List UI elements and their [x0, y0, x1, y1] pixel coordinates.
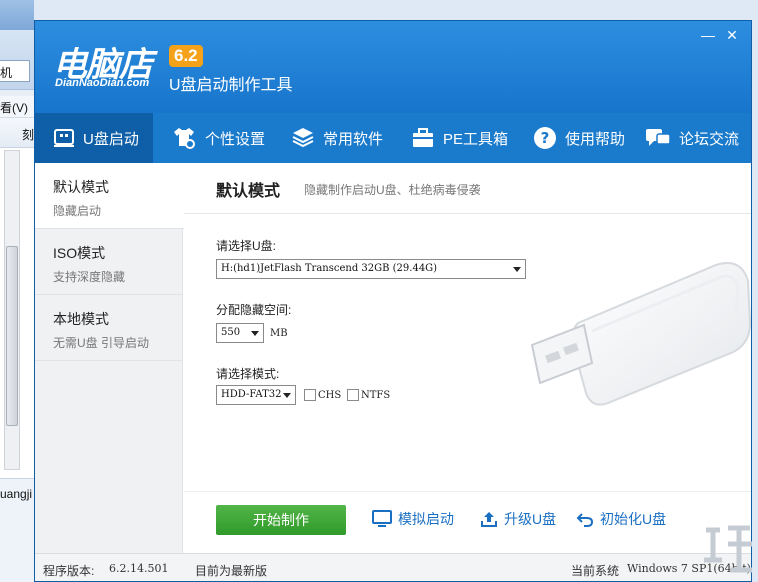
background-address-field[interactable]: 机	[0, 60, 30, 82]
app-window: 电脑店 6.2 DianNaoDian.com U盘启动制作工具 — ✕ U盘启…	[34, 20, 752, 582]
tab-software[interactable]: 常用软件	[291, 113, 383, 163]
mode-panel: 默认模式 隐藏制作启动U盘、杜绝病毒侵袭 请选择U盘: H:(hd1)JetFl…	[184, 163, 751, 553]
background-window: 机 看(V) 刻 uangji	[0, 0, 34, 582]
disk-select[interactable]: H:(hd1)JetFlash Transcend 32GB (29.44G)	[216, 259, 526, 279]
logo-domain: DianNaoDian.com	[55, 77, 150, 89]
usb-drive-illustration	[530, 262, 751, 406]
sidebar-item-title: ISO模式	[53, 245, 106, 261]
hidden-space-select[interactable]: 550	[216, 323, 264, 343]
watermark-logo	[704, 525, 752, 573]
dropdown-arrow-icon	[251, 331, 259, 336]
tab-usb-boot[interactable]: U盘启动	[35, 113, 153, 163]
version-label: 程序版本:	[43, 564, 95, 578]
chs-label: CHS	[318, 390, 342, 401]
sidebar-item-subtitle: 无需U盘 引导启动	[53, 336, 150, 350]
background-lower-text: uangji	[0, 487, 33, 501]
background-scrollbar[interactable]	[4, 150, 20, 470]
shirt-gear-icon	[174, 128, 195, 149]
divider	[184, 491, 751, 492]
sidebar-item-local-mode[interactable]: 本地模式 无需U盘 引导启动	[35, 295, 183, 361]
version-value: 6.2.14.501	[109, 562, 169, 575]
upgrade-usb-button[interactable]: 升级U盘	[480, 509, 556, 529]
sidebar-item-subtitle: 支持深度隐藏	[53, 270, 126, 284]
version-badge: 6.2	[169, 45, 203, 67]
app-subtitle: U盘启动制作工具	[169, 77, 293, 94]
titlebar: 电脑店 6.2 DianNaoDian.com U盘启动制作工具 — ✕	[35, 21, 751, 113]
chs-checkbox[interactable]	[304, 389, 316, 401]
sidebar-item-title: 本地模式	[53, 311, 109, 327]
hidden-space-value: 550	[221, 327, 241, 338]
toolbox-icon	[413, 128, 433, 147]
mode-sidebar: 默认模式 隐藏启动 ISO模式 支持深度隐藏 本地模式 无需U盘 引导启动	[35, 163, 184, 553]
start-button[interactable]: 开始制作	[216, 505, 346, 535]
sidebar-item-default-mode[interactable]: 默认模式 隐藏启动	[35, 163, 184, 229]
mode-select-value: HDD-FAT32	[221, 389, 282, 400]
close-button[interactable]: ✕	[721, 25, 743, 45]
undo-icon	[576, 513, 594, 527]
help-icon: ?	[534, 127, 556, 149]
tab-personalize[interactable]: 个性设置	[171, 113, 265, 163]
background-address-bar: 机	[0, 30, 34, 90]
simulate-boot-label: 模拟启动	[398, 511, 454, 527]
tab-label: PE工具箱	[443, 130, 509, 148]
background-toolbar: 刻	[0, 118, 34, 148]
minimize-button[interactable]: —	[697, 25, 719, 45]
hidden-space-label: 分配隐藏空间:	[216, 303, 292, 317]
sidebar-item-subtitle: 隐藏启动	[53, 204, 102, 218]
init-usb-label: 初始化U盘	[600, 511, 667, 527]
update-status: 目前为最新版	[195, 564, 268, 578]
layers-icon	[292, 128, 314, 148]
usb-drive-icon	[54, 129, 74, 147]
divider	[184, 213, 751, 214]
system-label: 当前系统	[571, 564, 620, 578]
simulate-boot-button[interactable]: 模拟启动	[372, 509, 454, 529]
content-area: 默认模式 隐藏启动 ISO模式 支持深度隐藏 本地模式 无需U盘 引导启动 默认…	[35, 163, 751, 553]
chat-icon	[646, 129, 671, 146]
init-usb-button[interactable]: 初始化U盘	[576, 509, 666, 529]
monitor-icon	[372, 510, 392, 527]
mode-select[interactable]: HDD-FAT32	[216, 385, 296, 405]
status-bar: 程序版本: 6.2.14.501 目前为最新版 当前系统 Windows 7 S…	[35, 553, 751, 581]
background-menubar: 看(V)	[0, 96, 34, 118]
upload-icon	[481, 512, 497, 527]
background-titlebar	[0, 0, 34, 30]
dropdown-arrow-icon	[513, 267, 521, 272]
select-disk-label: 请选择U盘:	[216, 239, 277, 253]
tab-label: 使用帮助	[565, 130, 626, 148]
page-subtitle: 隐藏制作启动U盘、杜绝病毒侵袭	[304, 183, 481, 197]
sidebar-item-iso-mode[interactable]: ISO模式 支持深度隐藏	[35, 229, 183, 295]
main-nav: U盘启动 个性设置 常用软件 PE工具箱 ? 使用帮助 论坛交流	[35, 113, 751, 163]
ntfs-label: NTFS	[361, 390, 391, 401]
tab-help[interactable]: ? 使用帮助	[533, 113, 625, 163]
mode-label: 请选择模式:	[216, 367, 280, 381]
upgrade-usb-label: 升级U盘	[504, 511, 557, 527]
tab-pe-toolbox[interactable]: PE工具箱	[411, 113, 508, 163]
tab-label: U盘启动	[83, 130, 139, 148]
background-lower-pane: uangji	[0, 478, 34, 582]
hidden-space-unit: MB	[270, 328, 288, 339]
background-address-text: 机	[0, 66, 13, 80]
sidebar-item-title: 默认模式	[53, 179, 109, 195]
background-scroll-thumb[interactable]	[6, 246, 18, 426]
tab-label: 常用软件	[323, 130, 384, 148]
page-title: 默认模式	[216, 183, 281, 200]
dropdown-arrow-icon	[283, 393, 291, 398]
tab-forum[interactable]: 论坛交流	[645, 113, 739, 163]
background-menu-view[interactable]: 看(V)	[0, 99, 34, 116]
tab-label: 个性设置	[205, 130, 266, 148]
disk-select-value: H:(hd1)JetFlash Transcend 32GB (29.44G)	[221, 263, 438, 274]
tab-label: 论坛交流	[679, 130, 740, 148]
svg-text:?: ?	[541, 129, 550, 147]
ntfs-checkbox[interactable]	[347, 389, 359, 401]
